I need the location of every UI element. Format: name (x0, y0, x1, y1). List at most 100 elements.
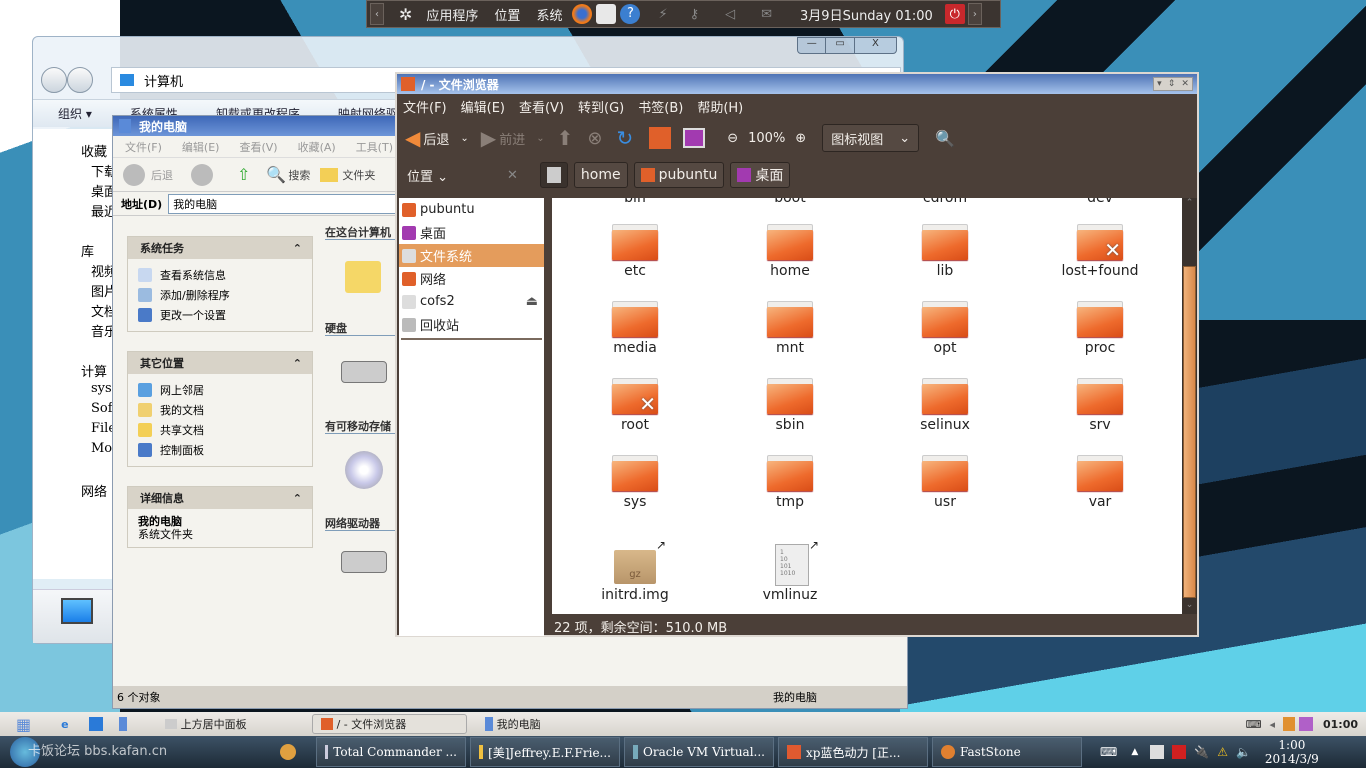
place-link[interactable]: 网上邻居 (160, 382, 204, 398)
taskbar-button-totalcommander[interactable]: Total Commander ... (316, 737, 466, 767)
quicklaunch-icon[interactable] (88, 717, 103, 731)
forward-button[interactable]: ▶ 前进 ⌄ (481, 126, 545, 150)
menu-view[interactable]: 查看(V) (519, 97, 564, 116)
menu-favorites[interactable]: 收藏(A) (298, 139, 336, 155)
back-history-icon[interactable]: ⌄ (460, 133, 468, 144)
tray-expand-icon[interactable]: ▲ (1131, 747, 1138, 757)
zoom-in-icon[interactable]: ⊕ (795, 131, 806, 146)
crumb-desktop[interactable]: 桌面 (730, 162, 791, 188)
place-link[interactable]: 共享文档 (160, 422, 204, 438)
file-item[interactable]: sys (575, 455, 695, 510)
menu-go[interactable]: 转到(G) (578, 97, 624, 116)
tray-app-icon[interactable] (1150, 745, 1165, 759)
network-drive-icon[interactable] (341, 551, 387, 573)
firefox-icon[interactable] (572, 4, 593, 24)
search-icon[interactable]: 🔍 (935, 129, 955, 148)
minimize-button[interactable]: ▾ (1157, 79, 1162, 89)
sidebar-item-cofs2[interactable]: cofs2 ⏏ (399, 290, 544, 313)
forward-history-icon[interactable]: ⌄ (536, 133, 544, 144)
computer-icon[interactable] (683, 128, 706, 148)
file-item[interactable]: tmp (730, 455, 850, 510)
zoom-out-icon[interactable]: ⊖ (727, 131, 738, 146)
forward-arrow-icon[interactable] (191, 163, 213, 186)
hard-drive-icon[interactable] (341, 361, 387, 383)
places-dropdown[interactable]: 位置 ⌄ (407, 166, 507, 185)
file-item[interactable]: 1 10 101 1010 ↗ vmlinuz (730, 538, 850, 603)
file-item[interactable]: media (575, 301, 695, 356)
scroll-down-button[interactable]: ⌄ (1182, 600, 1197, 614)
volume-icon[interactable]: ◁ (725, 7, 735, 22)
menu-file[interactable]: 文件(F) (125, 139, 162, 155)
stop-icon[interactable]: ⊗ (587, 128, 602, 149)
power-plug-icon[interactable]: 🔌 (1194, 745, 1209, 759)
menu-tools[interactable]: 工具(T) (356, 139, 393, 155)
file-item-partial[interactable]: cdrom (885, 198, 1005, 206)
network-icon[interactable]: ⚡ (658, 7, 667, 22)
search-button[interactable]: 搜索 (288, 167, 310, 183)
close-button[interactable]: X (855, 38, 896, 53)
home-folder-icon[interactable] (649, 127, 672, 149)
cd-drive-icon[interactable] (345, 451, 383, 489)
scroll-up-button[interactable]: ⌃ (1182, 198, 1197, 212)
address-input[interactable]: 我的电脑 (168, 193, 409, 214)
volume-icon[interactable]: 🔈 (1236, 745, 1251, 759)
nav-computer[interactable]: 计算 (81, 361, 107, 380)
file-item[interactable]: var (1040, 455, 1160, 510)
taskbar-button-virtualbox[interactable]: Oracle VM Virtual... (624, 737, 774, 767)
nav-network[interactable]: 网络 (81, 481, 107, 500)
forward-button[interactable] (67, 67, 93, 93)
computer-icon[interactable] (118, 717, 127, 731)
tray-app-icon[interactable] (1298, 717, 1313, 731)
back-button[interactable]: 后退 (151, 167, 173, 183)
tray-expand-icon[interactable]: ◂ (1269, 718, 1275, 731)
panel-scroll-left[interactable]: ‹ (370, 3, 384, 25)
crumb-pubuntu[interactable]: pubuntu (633, 162, 725, 188)
menu-bookmarks[interactable]: 书签(B) (638, 97, 683, 116)
help-icon[interactable]: ? (620, 4, 641, 24)
keyring-icon[interactable]: ⚷ (690, 7, 700, 22)
scroll-thumb[interactable] (1183, 266, 1196, 598)
task-link[interactable]: 查看系统信息 (160, 267, 226, 283)
up-folder-icon[interactable]: ⇧ (237, 165, 250, 184)
close-sidebar-icon[interactable]: ✕ (507, 168, 518, 183)
file-item[interactable]: lib (885, 224, 1005, 279)
file-item[interactable]: ✕ lost+found (1040, 224, 1160, 279)
taskbar-button-xp[interactable]: xp蓝色动力 [正... (778, 737, 928, 767)
file-item[interactable]: srv (1040, 378, 1160, 433)
sidebar-item-desktop[interactable]: 桌面 (399, 221, 544, 244)
menu-file[interactable]: 文件(F) (403, 97, 447, 116)
view-mode-select[interactable]: 图标视图 ⌄ (822, 124, 920, 152)
menu-applications[interactable]: 应用程序 (426, 5, 478, 24)
menu-edit[interactable]: 编辑(E) (182, 139, 220, 155)
nav-drive-sys[interactable]: sys (91, 381, 112, 396)
file-item[interactable]: opt (885, 301, 1005, 356)
pinned-app-icon[interactable] (280, 744, 296, 760)
mail-icon[interactable] (596, 4, 617, 24)
taskbar-button-mycomputer[interactable]: 我的电脑 (477, 714, 549, 734)
file-item-partial[interactable]: boot (730, 198, 850, 206)
minimize-button[interactable]: — (798, 38, 827, 53)
keyboard-icon[interactable]: ⌨ (1100, 745, 1117, 759)
maximize-button[interactable]: ▭ (826, 38, 855, 53)
taskbar-button-panel[interactable]: 上方居中面板 (157, 714, 307, 734)
file-icon-view[interactable]: bin boot cdrom dev etc home lib ✕ lost+found… (552, 198, 1182, 614)
up-icon[interactable]: ⬆ (557, 126, 574, 150)
search-icon[interactable]: 🔍 (266, 165, 286, 184)
file-item[interactable]: sbin (730, 378, 850, 433)
panel-clock[interactable]: 3月9日Sunday 01:00 (800, 5, 933, 24)
back-button[interactable]: ◀ 后退 ⌄ (405, 126, 469, 150)
close-button[interactable]: ✕ (1181, 79, 1189, 89)
menu-places[interactable]: 位置 (494, 5, 520, 24)
tray-app-icon[interactable] (1282, 717, 1295, 731)
eject-icon[interactable]: ⏏ (526, 294, 538, 309)
folders-icon[interactable] (320, 167, 339, 182)
task-link[interactable]: 添加/删除程序 (160, 287, 230, 303)
menu-view[interactable]: 查看(V) (239, 139, 277, 155)
crumb-home[interactable]: home (573, 162, 628, 188)
message-icon[interactable]: ✉ (761, 7, 772, 22)
back-button[interactable] (41, 67, 67, 93)
file-item[interactable]: home (730, 224, 850, 279)
collapse-icon[interactable]: ⌃ (293, 357, 302, 370)
menu-edit[interactable]: 编辑(E) (461, 97, 505, 116)
file-item-partial[interactable]: bin (575, 198, 695, 206)
